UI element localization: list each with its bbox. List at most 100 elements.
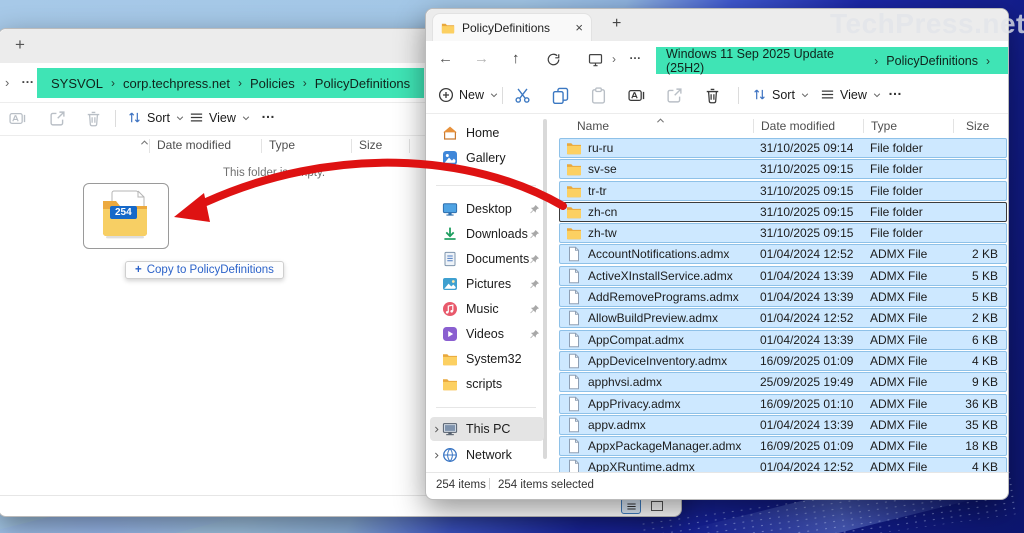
- file-row[interactable]: zh-tw 31/10/2025 09:15 File folder: [559, 223, 1007, 244]
- tab-close-button[interactable]: ×: [575, 20, 583, 35]
- rename-icon[interactable]: [628, 87, 645, 104]
- share-icon[interactable]: [666, 87, 683, 104]
- sort-button[interactable]: Sort: [752, 87, 810, 102]
- desktop-icon: [442, 201, 458, 217]
- more-options-button[interactable]: …: [261, 105, 275, 121]
- column-header-date[interactable]: Date modified: [761, 119, 835, 133]
- file-size: 9 KB: [971, 375, 998, 390]
- breadcrumb-item[interactable]: PolicyDefinitions: [315, 76, 410, 91]
- file-row[interactable]: AppxPackageManager.admx 16/09/2025 01:09…: [559, 436, 1007, 457]
- column-header-type[interactable]: Type: [269, 138, 295, 152]
- paste-icon[interactable]: [590, 87, 607, 104]
- file-date-modified: 01/04/2024 13:39: [760, 417, 854, 432]
- column-header-type[interactable]: Type: [871, 119, 897, 133]
- this-pc-icon[interactable]: [588, 52, 603, 67]
- empty-folder-message: This folder is empty.: [223, 167, 326, 179]
- file-date-modified: 01/04/2024 12:52: [760, 247, 854, 262]
- breadcrumb[interactable]: SYSVOL › corp.techpress.net › Policies › Polic…: [37, 68, 425, 98]
- breadcrumb-separator: ›: [986, 53, 990, 68]
- copy-icon[interactable]: [552, 87, 569, 104]
- file-row[interactable]: AppCompat.admx 01/04/2024 13:39 ADMX Fil…: [559, 329, 1007, 350]
- sidebar-item-this-pc[interactable]: This PC: [430, 417, 544, 441]
- sidebar-item-label: This PC: [466, 422, 511, 436]
- new-button[interactable]: New: [438, 87, 499, 103]
- delete-icon[interactable]: [85, 110, 102, 127]
- breadcrumb-item[interactable]: SYSVOL: [51, 76, 103, 91]
- sidebar-item-network[interactable]: Network: [430, 443, 544, 467]
- new-tab-button[interactable]: +: [15, 35, 25, 55]
- file-icon: [566, 268, 582, 284]
- share-icon[interactable]: [49, 110, 66, 127]
- icons-view-icon: [651, 501, 663, 511]
- breadcrumb-item[interactable]: corp.techpress.net: [123, 76, 230, 91]
- sidebar-item-scripts[interactable]: scripts: [430, 372, 544, 396]
- file-name: apphvsi.admx: [588, 375, 663, 390]
- file-row[interactable]: appv.admx 01/04/2024 13:39 ADMX File 35 …: [559, 414, 1007, 435]
- pin-icon: [529, 254, 540, 265]
- breadcrumb-overflow-button[interactable]: …: [21, 71, 35, 86]
- file-list: ru-ru 31/10/2025 09:14 File folder sv-se…: [559, 138, 1007, 479]
- file-date-modified: 01/04/2024 12:52: [760, 311, 854, 326]
- sidebar-item-videos[interactable]: Videos: [430, 322, 544, 346]
- file-name: AllowBuildPreview.admx: [588, 311, 719, 326]
- file-type: ADMX File: [870, 396, 928, 411]
- breadcrumb-separator: ›: [237, 76, 242, 90]
- file-row[interactable]: AppPrivacy.admx 16/09/2025 01:10 ADMX Fi…: [559, 393, 1007, 414]
- column-header-date[interactable]: Date modified: [157, 138, 231, 152]
- pc-icon: [442, 421, 458, 437]
- new-tab-button[interactable]: +: [612, 15, 621, 33]
- sidebar-item-pictures[interactable]: Pictures: [430, 272, 544, 296]
- file-row[interactable]: sv-se 31/10/2025 09:15 File folder: [559, 159, 1007, 180]
- breadcrumb-overflow-button[interactable]: …: [629, 48, 642, 62]
- file-row[interactable]: AppDeviceInventory.admx 16/09/2025 01:09…: [559, 350, 1007, 371]
- rename-icon[interactable]: [9, 110, 26, 127]
- delete-icon[interactable]: [704, 87, 721, 104]
- back-button[interactable]: ←: [438, 50, 453, 67]
- file-row[interactable]: ActiveXInstallService.admx 01/04/2024 13…: [559, 265, 1007, 286]
- breadcrumb-item[interactable]: Policies: [250, 76, 295, 91]
- file-row[interactable]: zh-cn 31/10/2025 09:15 File folder: [559, 201, 1007, 222]
- file-row[interactable]: tr-tr 31/10/2025 09:15 File folder: [559, 180, 1007, 201]
- sidebar-item-gallery[interactable]: Gallery: [430, 146, 544, 170]
- tab-policydefinitions[interactable]: PolicyDefinitions ×: [432, 13, 592, 41]
- screenshot-stage: + › … SYSVOL › corp.techpress.net › Policies…: [0, 0, 1024, 533]
- column-header-size[interactable]: Size: [966, 119, 989, 133]
- sort-button[interactable]: Sort: [127, 110, 185, 125]
- file-row[interactable]: AddRemovePrograms.admx 01/04/2024 13:39 …: [559, 287, 1007, 308]
- file-row[interactable]: apphvsi.admx 25/09/2025 19:49 ADMX File …: [559, 372, 1007, 393]
- sidebar-item-documents[interactable]: Documents: [430, 247, 544, 271]
- breadcrumb-chevron[interactable]: ›: [5, 75, 9, 90]
- cut-icon[interactable]: [514, 87, 531, 104]
- pin-icon: [529, 204, 540, 215]
- sidebar-item-system32[interactable]: System32: [430, 347, 544, 371]
- sidebar-item-desktop[interactable]: Desktop: [430, 197, 544, 221]
- sidebar-item-home[interactable]: Home: [430, 121, 544, 145]
- sidebar-item-label: Videos: [466, 327, 504, 341]
- details-view-icon: [626, 501, 637, 512]
- icons-view-toggle[interactable]: [647, 498, 667, 514]
- view-label: View: [840, 87, 867, 102]
- view-button[interactable]: View: [820, 87, 882, 102]
- view-button[interactable]: View: [189, 110, 251, 125]
- file-size: 2 KB: [971, 247, 998, 262]
- file-type: File folder: [870, 204, 923, 219]
- file-date-modified: 31/10/2025 09:15: [760, 162, 854, 177]
- forward-button[interactable]: →: [474, 50, 489, 67]
- file-row[interactable]: ru-ru 31/10/2025 09:14 File folder: [559, 138, 1007, 158]
- file-type: ADMX File: [870, 375, 928, 390]
- pin-icon: [529, 229, 540, 240]
- breadcrumb-item[interactable]: Windows 11 Sep 2025 Update (25H2): [666, 47, 866, 75]
- sidebar-item-downloads[interactable]: Downloads: [430, 222, 544, 246]
- more-options-button[interactable]: …: [888, 82, 902, 98]
- details-view-toggle[interactable]: [621, 498, 641, 514]
- column-header-size[interactable]: Size: [359, 138, 382, 152]
- file-row[interactable]: AccountNotifications.admx 01/04/2024 12:…: [559, 244, 1007, 265]
- column-header-name[interactable]: Name: [577, 119, 609, 133]
- up-button[interactable]: ↑: [512, 50, 520, 67]
- drag-drop-target[interactable]: 254: [83, 183, 169, 249]
- breadcrumb[interactable]: Windows 11 Sep 2025 Update (25H2) › Policy…: [656, 47, 1008, 75]
- breadcrumb-item[interactable]: PolicyDefinitions: [886, 54, 978, 68]
- refresh-button[interactable]: [546, 52, 561, 67]
- file-row[interactable]: AllowBuildPreview.admx 01/04/2024 12:52 …: [559, 308, 1007, 329]
- sidebar-item-music[interactable]: Music: [430, 297, 544, 321]
